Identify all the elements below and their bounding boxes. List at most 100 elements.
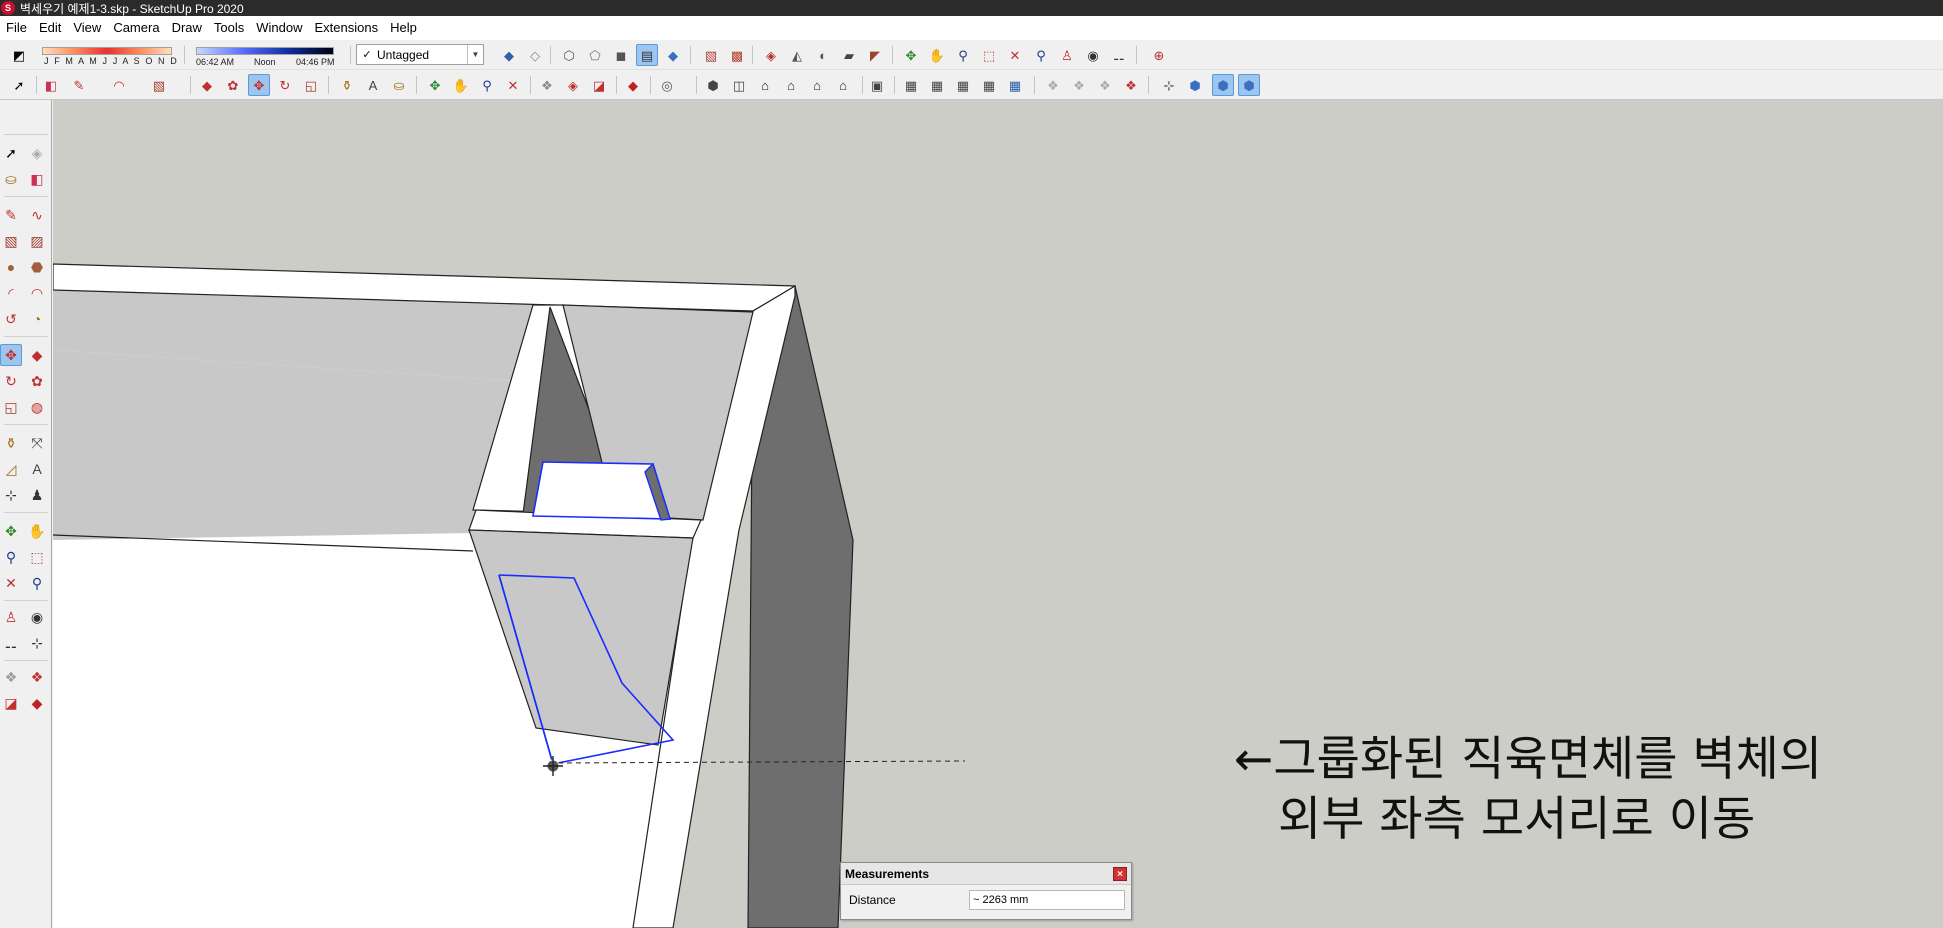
iso-view-icon[interactable]: ▧ <box>700 44 722 66</box>
subtract-icon[interactable]: ▦ <box>978 74 1000 96</box>
zoom-window-palette-icon[interactable]: ⬚ <box>26 546 48 568</box>
push-pull-icon[interactable]: ◆ <box>196 74 218 96</box>
layout-icon[interactable]: ◪ <box>588 74 610 96</box>
ruby-console-icon[interactable]: ◆ <box>622 74 644 96</box>
rotate-palette-icon[interactable]: ↻ <box>0 370 22 392</box>
menu-view[interactable]: View <box>67 16 107 40</box>
zoom-tool-icon[interactable]: ⚲ <box>476 74 498 96</box>
two-point-arc-icon[interactable]: ◠ <box>26 282 48 304</box>
account-icon[interactable]: ◎ <box>656 74 678 96</box>
geo-location-icon[interactable]: ⊕ <box>1148 44 1170 66</box>
arc-tool-icon[interactable]: ◠ <box>108 74 130 96</box>
zoom-palette-icon[interactable]: ⚲ <box>0 546 22 568</box>
shaded-textures-style-icon[interactable]: ▤ <box>636 44 658 66</box>
outer-shell-icon[interactable]: ▦ <box>900 74 922 96</box>
front-view-icon[interactable]: ⌂ <box>754 74 776 96</box>
text-palette-icon[interactable]: A <box>26 458 48 480</box>
move-tool-icon[interactable]: ✥ <box>248 74 270 96</box>
axes-palette-icon[interactable]: ⊹ <box>0 484 22 506</box>
three-point-arc-icon[interactable]: ↺ <box>0 308 22 330</box>
text-tool-icon[interactable]: A <box>362 74 384 96</box>
position-camera-icon[interactable]: ♙ <box>1056 44 1078 66</box>
section-plane-icon[interactable]: ▣ <box>866 74 888 96</box>
monochrome-style-icon[interactable]: ◆ <box>662 44 684 66</box>
menu-extensions[interactable]: Extensions <box>309 16 385 40</box>
pan-tool-icon[interactable]: ✋ <box>450 74 472 96</box>
previous-palette-icon[interactable]: ⚲ <box>26 572 48 594</box>
circle-icon[interactable]: ● <box>0 256 22 278</box>
move-palette-icon[interactable]: ✥ <box>0 344 22 366</box>
select-tool-icon[interactable]: ➚ <box>8 74 30 96</box>
paint-bucket-icon[interactable]: ⛀ <box>388 74 410 96</box>
menu-tools[interactable]: Tools <box>208 16 250 40</box>
tape-measure-palette-icon[interactable]: ⚱ <box>0 432 22 454</box>
chevron-down-icon[interactable]: ▼ <box>467 45 483 64</box>
shadow-month-slider[interactable]: J F M A M J J A S O N D <box>36 43 178 67</box>
zoom-extents-icon[interactable]: ✕ <box>1004 44 1026 66</box>
rectangle-palette-icon[interactable]: ▧ <box>0 230 22 252</box>
look-around-icon[interactable]: ◉ <box>1082 44 1104 66</box>
menu-draw[interactable]: Draw <box>166 16 208 40</box>
axes-icon[interactable]: ⊹ <box>1158 74 1180 96</box>
top-view-icon[interactable]: ▩ <box>726 44 748 66</box>
union-icon[interactable]: ▦ <box>952 74 974 96</box>
orbit-icon[interactable]: ✥ <box>900 44 922 66</box>
menu-edit[interactable]: Edit <box>33 16 67 40</box>
rotated-rectangle-icon[interactable]: ▨ <box>26 230 48 252</box>
layout-send-icon[interactable]: ◤ <box>864 44 886 66</box>
left-view-icon[interactable]: ⌂ <box>832 74 854 96</box>
menu-window[interactable]: Window <box>250 16 308 40</box>
extension-warehouse-icon[interactable]: ▰ <box>838 44 860 66</box>
trim-icon[interactable]: ▦ <box>1004 74 1026 96</box>
previous-view-icon[interactable]: ⚲ <box>1030 44 1052 66</box>
follow-me-palette-icon[interactable]: ✿ <box>26 370 48 392</box>
parallel-projection-icon[interactable]: ⬢ <box>1184 74 1206 96</box>
look-around-palette-icon[interactable]: ◉ <box>26 606 48 628</box>
zoom-window-icon[interactable]: ⬚ <box>978 44 1000 66</box>
share-component-icon[interactable]: ◐ <box>812 44 834 66</box>
rectangle-tool-icon[interactable]: ▧ <box>148 74 170 96</box>
orbit-palette-icon[interactable]: ✥ <box>0 520 22 542</box>
rotate-tool-icon[interactable]: ↻ <box>274 74 296 96</box>
sandbox-scratch-icon[interactable]: ❖ <box>1068 74 1090 96</box>
3d-text-icon[interactable]: ♟ <box>26 484 48 506</box>
walk-icon[interactable]: ⚋ <box>1108 44 1130 66</box>
close-icon[interactable]: × <box>1113 866 1127 881</box>
section-plane-palette-icon[interactable]: ⊹ <box>26 632 48 654</box>
select-icon[interactable]: ➚ <box>0 142 22 164</box>
polygon-icon[interactable]: ⬣ <box>26 256 48 278</box>
top-view-button-icon[interactable]: ◫ <box>728 74 750 96</box>
freehand-icon[interactable]: ∿ <box>26 204 48 226</box>
follow-me-icon[interactable]: ✿ <box>222 74 244 96</box>
scale-palette-icon[interactable]: ◱ <box>0 396 22 418</box>
arc-palette-icon[interactable]: ◜ <box>0 282 22 304</box>
share-model-icon[interactable]: ◭ <box>786 44 808 66</box>
line-tool-icon[interactable]: ✎ <box>68 74 90 96</box>
paint-bucket-palette-icon[interactable]: ⛀ <box>0 168 22 190</box>
position-camera-palette-icon[interactable]: ♙ <box>0 606 22 628</box>
push-pull-palette-icon[interactable]: ◆ <box>26 344 48 366</box>
make-component-icon[interactable]: ◈ <box>26 142 48 164</box>
sandbox-stamp-icon[interactable]: ❖ <box>1120 74 1142 96</box>
offset-icon[interactable]: ◍ <box>26 396 48 418</box>
time-gradient-bar[interactable] <box>196 47 334 55</box>
warehouse-3d-icon[interactable]: ◈ <box>562 74 584 96</box>
pan-icon[interactable]: ✋ <box>926 44 948 66</box>
right-view-icon[interactable]: ⌂ <box>780 74 802 96</box>
scale-tool-icon[interactable]: ◱ <box>300 74 322 96</box>
menu-help[interactable]: Help <box>384 16 423 40</box>
components-icon[interactable]: ❖ <box>536 74 558 96</box>
share-component-palette-icon[interactable]: ❖ <box>26 666 48 688</box>
menu-camera[interactable]: Camera <box>107 16 165 40</box>
warehouse-palette-icon[interactable]: ❖ <box>0 666 22 688</box>
hidden-line-style-icon[interactable]: ⬠ <box>584 44 606 66</box>
eraser-palette-icon[interactable]: ◧ <box>26 168 48 190</box>
xray-style-icon[interactable]: ◆ <box>498 44 520 66</box>
walk-palette-icon[interactable]: ⚋ <box>0 632 22 654</box>
zoom-extents-tool-icon[interactable]: ✕ <box>502 74 524 96</box>
intersect-icon[interactable]: ▦ <box>926 74 948 96</box>
tag-dropdown[interactable]: ✓ Untagged ▼ <box>356 44 484 65</box>
pie-icon[interactable]: ◔ <box>26 308 48 330</box>
wireframe-style-icon[interactable]: ⬡ <box>558 44 580 66</box>
eraser-toolbar-icon[interactable]: ◩ <box>8 44 30 66</box>
